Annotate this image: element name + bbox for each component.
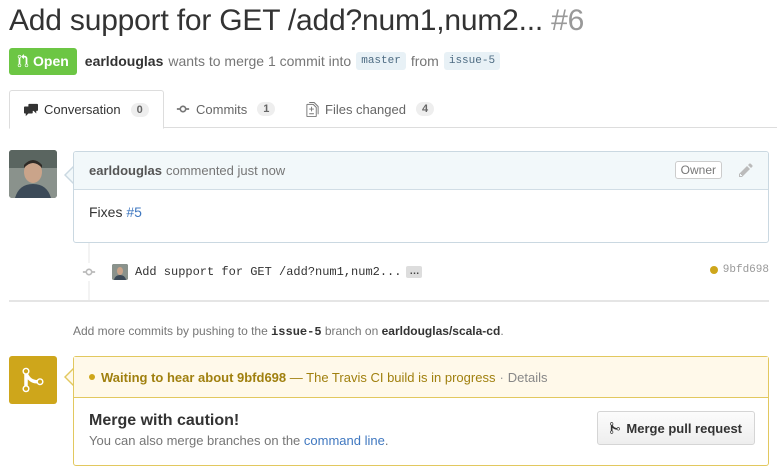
comment-body: Fixes #5 [74, 190, 768, 234]
ci-status-separator: · [499, 369, 504, 385]
merge-box: Waiting to hear about 9bfd698 — The Trav… [73, 356, 769, 466]
push-hint: Add more commits by pushing to the issue… [73, 324, 504, 339]
merge-status-icon-box [9, 356, 57, 404]
ci-details-link[interactable]: Details [508, 370, 548, 385]
comment-author-link[interactable]: earldouglas [89, 163, 162, 178]
hint-branch: issue-5 [271, 325, 322, 339]
pr-number: #6 [551, 4, 585, 37]
comment-meta[interactable]: commented just now [166, 163, 285, 178]
hint-suffix: . [500, 324, 504, 338]
commit-sha-link[interactable]: 9bfd698 [723, 264, 769, 276]
ci-status-row: Waiting to hear about 9bfd698 — The Trav… [74, 357, 768, 398]
merge-body: Merge with caution! You can also merge b… [74, 398, 768, 460]
pencil-icon[interactable] [738, 162, 754, 178]
git-merge-icon [610, 422, 621, 434]
pr-tabs: Conversation 0 Commits 1 Files changed 4 [9, 90, 777, 129]
diff-icon [306, 101, 319, 117]
tab-label: Commits [196, 101, 248, 117]
page-title: Add support for GET /add?num1,num2... #6 [9, 4, 584, 38]
tab-label: Conversation [44, 102, 121, 117]
comment-discussion-icon [24, 103, 38, 116]
tab-counter: 0 [130, 102, 149, 117]
owner-badge: Owner [674, 161, 722, 179]
issue-reference-link[interactable]: #5 [126, 204, 142, 220]
from-text: from [410, 53, 439, 69]
commit-message-link[interactable]: Add support for GET /add?num1,num2... [135, 265, 401, 279]
commit-item: Add support for GET /add?num1,num2... … … [80, 262, 769, 282]
pending-status-dot[interactable] [709, 266, 718, 274]
commit-status: 9bfd698 [709, 264, 769, 276]
git-commit-icon [80, 263, 98, 281]
pr-title: Add support for GET /add?num1,num2... [9, 4, 544, 37]
merge-sub-prefix: You can also merge branches on the [89, 433, 301, 448]
merge-button-label: Merge pull request [626, 420, 742, 436]
pr-meta: Open earldouglas wants to merge 1 commit… [9, 47, 505, 75]
hint-repo: earldouglas/scala-cd [381, 324, 501, 338]
hint-prefix: Add more commits by pushing to the [73, 324, 268, 338]
state-badge: Open [9, 47, 77, 75]
expand-commit-button[interactable]: … [406, 266, 423, 278]
comment-author-avatar[interactable] [9, 150, 57, 198]
hint-middle: branch on [324, 324, 379, 338]
avatar-image [9, 150, 57, 198]
ci-status-text: — The Travis CI build is in progress [289, 369, 496, 385]
pr-author-link[interactable]: earldouglas [85, 53, 164, 69]
ci-status-strong: Waiting to hear about 9bfd698 [101, 369, 287, 385]
commit-author-avatar[interactable] [112, 264, 128, 280]
state-label: Open [33, 53, 69, 69]
comment-text: Fixes [89, 204, 123, 220]
timeline-divider [9, 300, 769, 302]
tab-commits[interactable]: Commits 1 [162, 90, 289, 128]
merge-text: wants to merge 1 commit into [168, 53, 352, 69]
git-merge-icon [22, 367, 44, 393]
git-pull-request-icon [17, 54, 29, 68]
comment-box: earldouglas commented just now Owner Fix… [73, 151, 769, 243]
tab-counter: 1 [257, 102, 276, 116]
tab-counter: 4 [415, 102, 435, 116]
merge-sub-suffix: . [384, 433, 389, 448]
merge-pull-request-button[interactable]: Merge pull request [597, 411, 755, 445]
tab-label: Files changed [325, 101, 406, 117]
command-line-link[interactable]: command line [304, 433, 385, 448]
pending-status-dot [89, 374, 95, 380]
base-branch: master [356, 52, 406, 70]
tab-files-changed[interactable]: Files changed 4 [292, 90, 448, 128]
head-branch: issue-5 [443, 52, 501, 70]
git-commit-icon [176, 105, 190, 113]
comment-header: earldouglas commented just now [74, 152, 768, 190]
tab-conversation[interactable]: Conversation 0 [9, 90, 164, 129]
